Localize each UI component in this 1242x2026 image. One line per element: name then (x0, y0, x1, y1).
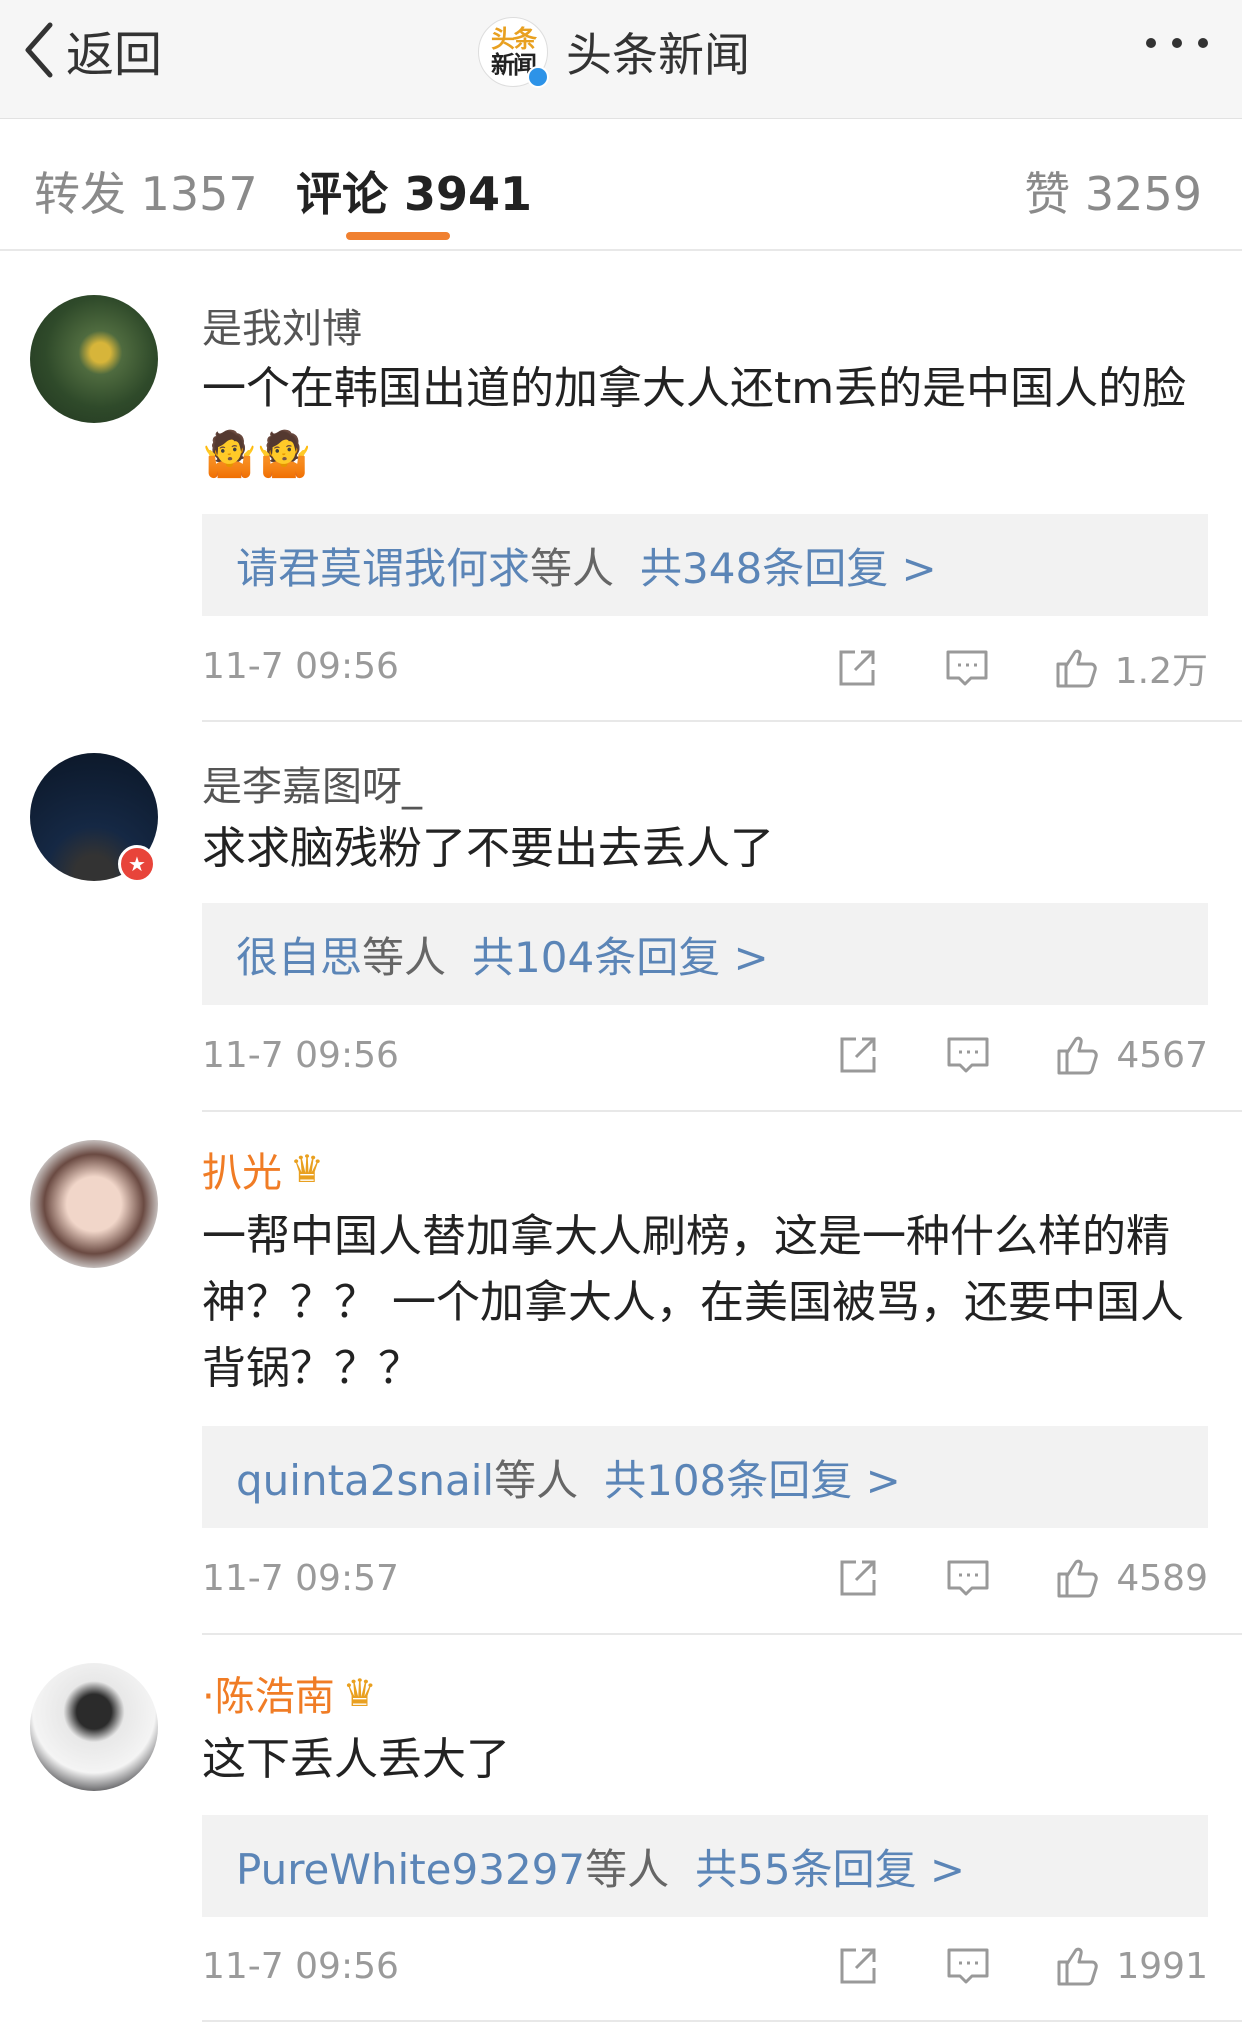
reply-button[interactable] (944, 1031, 992, 1079)
page-title: 头条新闻 (566, 28, 750, 82)
tab-comments[interactable]: 评论 3941 (296, 158, 532, 224)
share-icon (839, 650, 875, 686)
replies-preview[interactable]: 请君莫谓我何求等人 共348条回复 > (202, 514, 1208, 616)
thumbs-up-icon (1056, 649, 1097, 688)
comment-text: 一帮中国人替加拿大人刷榜，这是一种什么样的精神？？？ 一个加拿大人，在美国被骂，… (202, 1211, 1184, 1394)
like-button[interactable]: 4567 (1054, 1031, 1208, 1079)
account-header[interactable]: 头条 新闻 头条新闻 (478, 14, 750, 90)
like-count: 4567 (1116, 1034, 1208, 1076)
account-logo: 头条 新闻 (478, 17, 549, 88)
verified-badge-icon (527, 66, 549, 88)
comment-timestamp: 11-7 09:56 (202, 1035, 399, 1076)
comment-actions: 1.2万 (833, 642, 1208, 694)
tab-bar: 转发 1357 评论 3941 赞 3259 (0, 118, 1242, 251)
replies-preview[interactable]: 很自思等人 共104条回复 > (202, 903, 1208, 1005)
tab-reposts[interactable]: 转发 1357 (34, 158, 258, 224)
tab-likes[interactable]: 赞 3259 (1024, 158, 1202, 224)
comment-text: 这下丢人丢大了 (202, 1734, 510, 1785)
comment-timestamp: 11-7 09:56 (202, 646, 399, 687)
replies-preview[interactable]: quinta2snail等人 共108条回复 > (202, 1426, 1208, 1528)
like-button[interactable]: 1.2万 (1053, 642, 1208, 694)
share-button[interactable] (834, 1942, 882, 1990)
comment-timestamp: 11-7 09:56 (202, 1946, 399, 1987)
comment-actions: 4589 (834, 1554, 1208, 1602)
navigation-bar: 返回 头条 新闻 头条新闻 (0, 0, 1242, 119)
crown-icon: ♛ (290, 1147, 325, 1191)
like-count: 1.2万 (1114, 651, 1208, 692)
comment-icon (947, 1560, 989, 1596)
share-button[interactable] (833, 644, 881, 692)
share-icon (840, 1560, 876, 1596)
comment-divider (202, 1633, 1242, 1635)
comment-divider (202, 1110, 1242, 1112)
replies-preview[interactable]: PureWhite93297等人 共55条回复 > (202, 1815, 1208, 1917)
reply-button[interactable] (943, 644, 991, 692)
more-options-icon[interactable] (1146, 38, 1208, 48)
comment-timestamp: 11-7 09:57 (202, 1558, 399, 1599)
thumbs-up-icon (1057, 1036, 1099, 1075)
reply-count-link[interactable]: 共55条回复 > (695, 1836, 965, 1897)
thumbs-up-icon (1057, 1947, 1099, 1986)
share-icon (840, 1037, 876, 1073)
avatar[interactable] (30, 1663, 158, 1791)
reply-count-link[interactable]: 共348条回复 > (640, 535, 937, 596)
chevron-left-icon (25, 22, 53, 78)
share-button[interactable] (834, 1554, 882, 1602)
like-button[interactable]: 1991 (1054, 1942, 1208, 1990)
thumbs-up-icon (1057, 1559, 1099, 1598)
reply-button[interactable] (944, 1942, 992, 1990)
avatar[interactable] (30, 295, 158, 423)
comment-username[interactable]: 是我刘博 (202, 296, 362, 354)
comment-actions: 4567 (834, 1031, 1208, 1079)
reply-count-link[interactable]: 共104条回复 > (472, 924, 769, 985)
vip-badge-icon: ★ (118, 845, 156, 883)
comment-divider (202, 720, 1242, 722)
like-button[interactable]: 4589 (1054, 1554, 1208, 1602)
comment-actions: 1991 (834, 1942, 1208, 1990)
comment-icon (946, 650, 988, 686)
back-button[interactable]: 返回 (22, 18, 163, 83)
reply-count-link[interactable]: 共108条回复 > (604, 1447, 901, 1508)
share-button[interactable] (834, 1031, 882, 1079)
like-count: 4589 (1116, 1557, 1208, 1599)
comment-divider (202, 2020, 1242, 2022)
comment-username[interactable]: 是李嘉图呀_ (202, 754, 422, 812)
back-label: 返回 (66, 27, 163, 83)
comment-username[interactable]: ·陈浩南 ♛ (202, 1664, 377, 1722)
comment-text: 求求脑残粉了不要出去丢人了 (202, 823, 774, 874)
comment-username[interactable]: 扒光 ♛ (202, 1140, 324, 1198)
like-count: 1991 (1116, 1945, 1208, 1987)
comment-text: 一个在韩国出道的加拿大人还tm丢的是中国人的脸🤷🤷 (202, 363, 1187, 480)
active-tab-indicator (346, 232, 450, 240)
reply-button[interactable] (944, 1554, 992, 1602)
crown-icon: ♛ (342, 1671, 377, 1715)
share-icon (840, 1948, 876, 1984)
comment-icon (947, 1948, 989, 1984)
avatar[interactable] (30, 1140, 158, 1268)
comment-icon (947, 1037, 989, 1073)
